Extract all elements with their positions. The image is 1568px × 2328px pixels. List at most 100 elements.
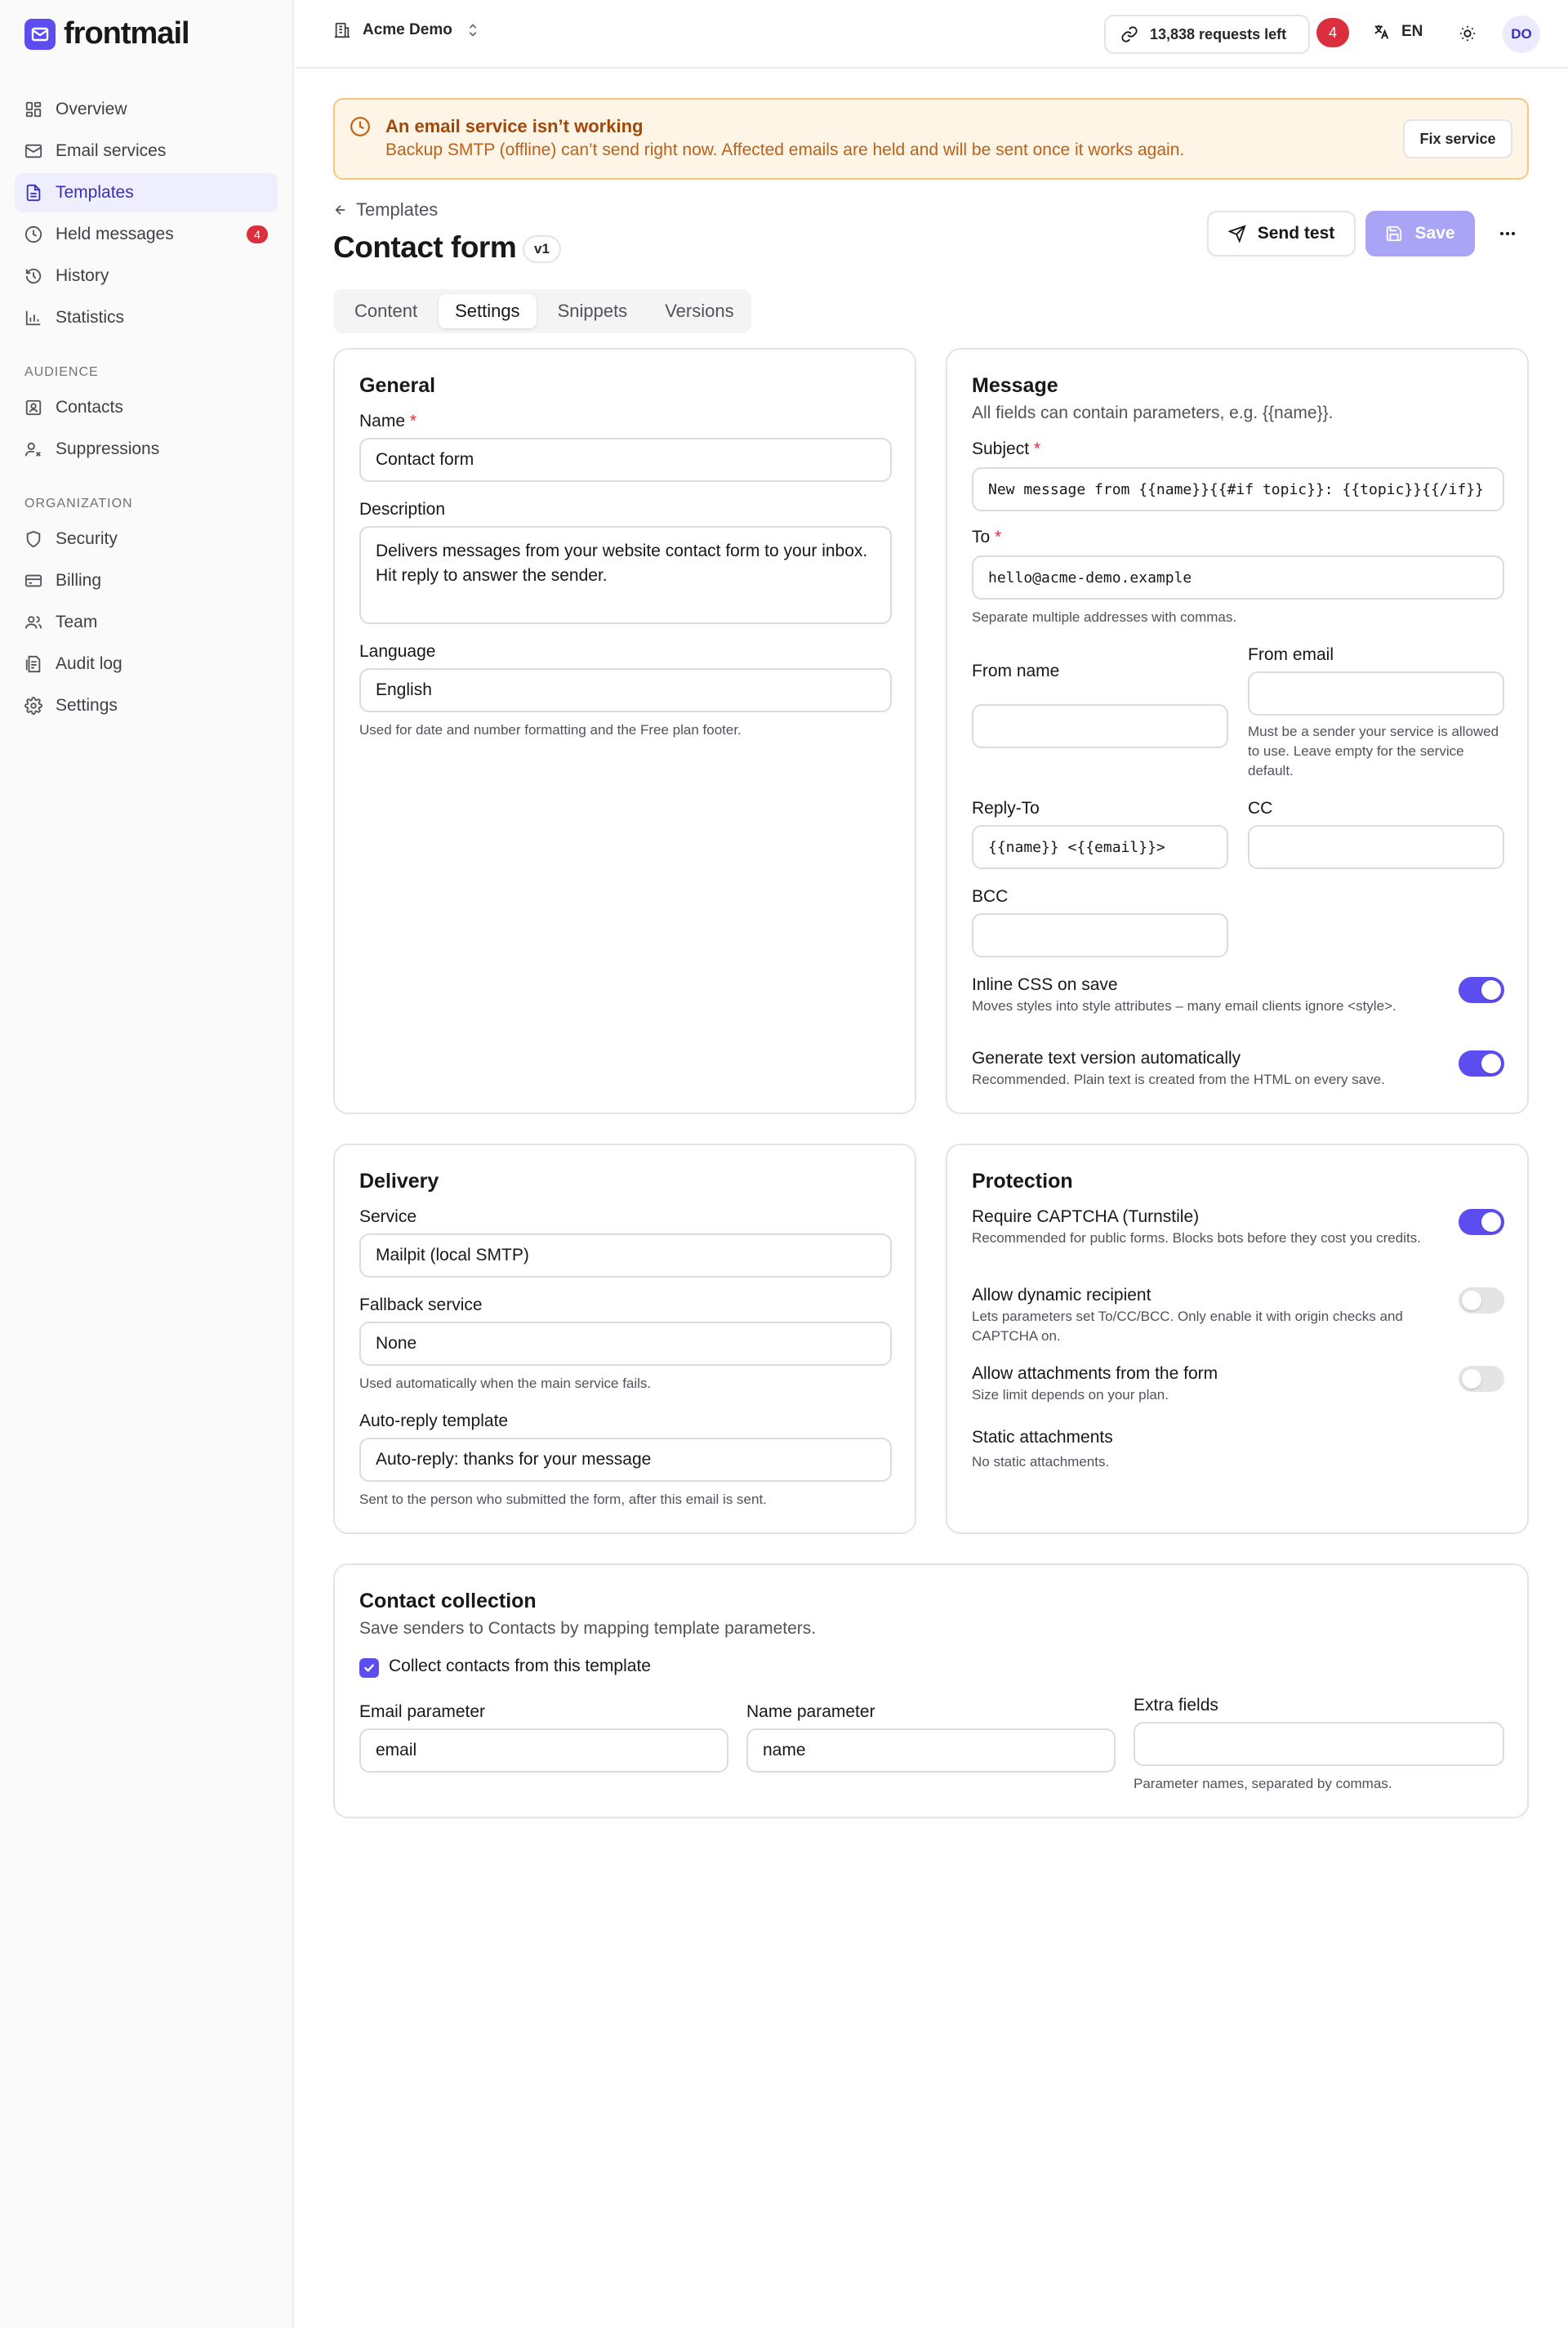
sidebar-item-label: Held messages bbox=[56, 225, 174, 243]
sidebar-item-templates[interactable]: Templates bbox=[15, 173, 278, 212]
sidebar-item-contacts[interactable]: Contacts bbox=[15, 388, 278, 427]
bcc-label: BCC bbox=[972, 887, 1009, 906]
sidebar-item-label: Billing bbox=[56, 571, 102, 590]
back-link-label: Templates bbox=[356, 199, 439, 220]
collect-contacts-checkbox[interactable] bbox=[359, 1658, 379, 1678]
static-attachments-desc: No static attachments. bbox=[972, 1454, 1110, 1469]
attachments-desc: Size limit depends on your plan. bbox=[972, 1387, 1169, 1403]
name-input[interactable]: Contact form bbox=[359, 438, 892, 482]
cc-input[interactable] bbox=[1248, 825, 1504, 869]
requests-left-pill[interactable]: 13,838 requests left bbox=[1104, 15, 1310, 54]
email-param-input[interactable]: email bbox=[359, 1728, 728, 1773]
language-switcher[interactable]: EN bbox=[1372, 23, 1423, 41]
contact-collection-card: Contact collection Save senders to Conta… bbox=[333, 1563, 1529, 1818]
document-icon bbox=[26, 184, 41, 202]
page-title: Contact form bbox=[333, 230, 517, 264]
topbar: Acme Demo 13,838 requests left 4 EN DO bbox=[296, 0, 1568, 69]
tab-settings[interactable]: Settings bbox=[439, 294, 537, 328]
from-name-input[interactable] bbox=[972, 704, 1228, 748]
protection-title: Protection bbox=[972, 1170, 1073, 1193]
fix-service-button[interactable]: Fix service bbox=[1403, 119, 1512, 158]
gear-icon bbox=[24, 697, 42, 715]
workspace-switcher[interactable]: Acme Demo bbox=[333, 21, 482, 39]
back-link[interactable]: Templates bbox=[333, 199, 438, 221]
template-tabs: Content Settings Snippets Versions bbox=[333, 289, 751, 333]
autoreply-select[interactable]: Auto-reply: thanks for your message bbox=[359, 1438, 892, 1482]
arrow-left-icon bbox=[335, 205, 345, 215]
service-label: Service bbox=[359, 1207, 417, 1226]
notification-badge[interactable]: 4 bbox=[1316, 18, 1349, 47]
send-test-button[interactable]: Send test bbox=[1207, 211, 1356, 256]
attachments-title: Allow attachments from the form bbox=[972, 1364, 1218, 1383]
sidebar-item-settings[interactable]: Settings bbox=[15, 686, 278, 725]
captcha-desc: Recommended for public forms. Blocks bot… bbox=[972, 1230, 1421, 1246]
sidebar-item-team[interactable]: Team bbox=[15, 603, 278, 642]
sidebar-item-label: Suppressions bbox=[56, 439, 160, 458]
theme-toggle[interactable] bbox=[1455, 21, 1480, 46]
description-textarea[interactable]: Delivers messages from your website cont… bbox=[359, 526, 892, 624]
chart-icon bbox=[25, 310, 41, 326]
language-select[interactable]: English bbox=[359, 668, 892, 712]
extra-fields-label: Extra fields bbox=[1134, 1696, 1218, 1715]
captcha-toggle[interactable] bbox=[1459, 1209, 1504, 1235]
history-icon bbox=[25, 268, 42, 284]
bcc-input[interactable] bbox=[972, 913, 1228, 957]
chevron-up-down-icon bbox=[469, 24, 477, 37]
sidebar-item-history[interactable]: History bbox=[15, 256, 278, 296]
sidebar: frontmail Overview Email services Templa… bbox=[0, 0, 294, 2328]
save-label: Save bbox=[1414, 224, 1455, 243]
reply-to-input[interactable]: {{name}} <{{email}}> bbox=[972, 825, 1228, 869]
avatar[interactable]: DO bbox=[1503, 16, 1540, 53]
version-badge: v1 bbox=[523, 235, 561, 263]
sidebar-item-label: Overview bbox=[56, 100, 127, 118]
logo[interactable]: frontmail bbox=[24, 16, 190, 51]
inline-css-title: Inline CSS on save bbox=[972, 975, 1118, 994]
service-select[interactable]: Mailpit (local SMTP) bbox=[359, 1233, 892, 1278]
text-version-toggle[interactable] bbox=[1459, 1050, 1504, 1077]
delivery-card: Delivery Service Mailpit (local SMTP) Fa… bbox=[333, 1144, 916, 1534]
tab-versions[interactable]: Versions bbox=[648, 294, 750, 328]
sidebar-item-held-messages[interactable]: Held messages 4 bbox=[15, 215, 278, 254]
from-email-help: Must be a sender your service is allowed… bbox=[1248, 724, 1499, 778]
sidebar-item-security[interactable]: Security bbox=[15, 520, 278, 559]
more-horizontal-icon bbox=[1500, 232, 1515, 235]
credit-card-icon bbox=[24, 574, 42, 587]
inline-css-toggle[interactable] bbox=[1459, 977, 1504, 1003]
requests-left-text: 13,838 requests left bbox=[1150, 25, 1287, 42]
from-email-input[interactable] bbox=[1248, 671, 1504, 716]
sidebar-item-billing[interactable]: Billing bbox=[15, 561, 278, 600]
sidebar-nav: Overview Email services Templates Held m… bbox=[15, 90, 278, 728]
sidebar-item-overview[interactable]: Overview bbox=[15, 90, 278, 129]
to-help: Separate multiple addresses with commas. bbox=[972, 609, 1237, 625]
message-subtitle: All fields can contain parameters, e.g. … bbox=[972, 404, 1334, 422]
save-button[interactable]: Save bbox=[1365, 211, 1475, 256]
sidebar-item-statistics[interactable]: Statistics bbox=[15, 298, 278, 337]
building-icon bbox=[334, 22, 350, 38]
sidebar-item-email-services[interactable]: Email services bbox=[15, 132, 278, 171]
contact-collection-subtitle: Save senders to Contacts by mapping temp… bbox=[359, 1619, 817, 1638]
sidebar-item-audit-log[interactable]: Audit log bbox=[15, 644, 278, 684]
inline-css-desc: Moves styles into style attributes – man… bbox=[972, 998, 1396, 1014]
name-param-input[interactable]: name bbox=[746, 1728, 1116, 1773]
collect-contacts-label[interactable]: Collect contacts from this template bbox=[389, 1657, 651, 1676]
fallback-select[interactable]: None bbox=[359, 1322, 892, 1366]
translate-icon bbox=[1374, 25, 1389, 39]
message-title: Message bbox=[972, 374, 1058, 397]
sidebar-item-suppressions[interactable]: Suppressions bbox=[15, 430, 278, 469]
team-icon bbox=[24, 616, 42, 629]
to-input[interactable]: hello@acme-demo.example bbox=[972, 555, 1504, 600]
link-icon bbox=[1121, 26, 1138, 42]
tab-content[interactable]: Content bbox=[338, 294, 434, 328]
sidebar-item-label: Statistics bbox=[56, 308, 125, 327]
autoreply-help: Sent to the person who submitted the for… bbox=[359, 1492, 767, 1507]
workspace-name: Acme Demo bbox=[363, 21, 452, 38]
subject-input[interactable]: New message from {{name}}{{#if topic}}: … bbox=[972, 467, 1504, 511]
extra-fields-input[interactable] bbox=[1134, 1722, 1504, 1766]
toggle-knob bbox=[1462, 1291, 1481, 1310]
more-options-button[interactable] bbox=[1493, 221, 1522, 247]
tab-snippets[interactable]: Snippets bbox=[541, 294, 644, 328]
dynamic-recipient-toggle[interactable] bbox=[1459, 1287, 1504, 1313]
captcha-title: Require CAPTCHA (Turnstile) bbox=[972, 1207, 1200, 1226]
contact-collection-title: Contact collection bbox=[359, 1590, 537, 1612]
attachments-toggle[interactable] bbox=[1459, 1366, 1504, 1392]
